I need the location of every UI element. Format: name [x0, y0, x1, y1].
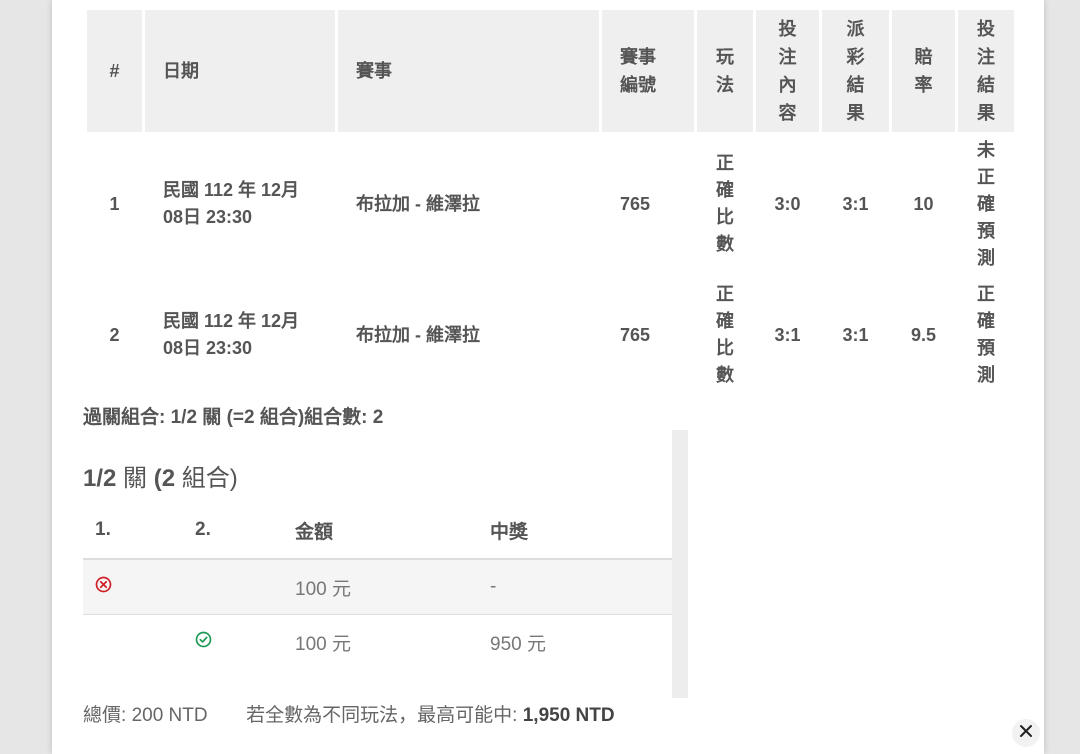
header-date: 日期 [145, 10, 335, 132]
row-odds: 9.5 [910, 324, 937, 345]
row-result: 3:1 [842, 324, 869, 345]
row-date: 民國 112 年 12月 08日 23:30 [163, 311, 300, 358]
combo-header: 1. 2. 金額 中獎 [83, 502, 672, 560]
x-circle-icon [95, 576, 112, 598]
row-match: 布拉加 - 維澤拉 [356, 193, 480, 214]
header-match-no: 賽事編號 [602, 10, 694, 132]
header-odds: 賠率 [892, 10, 955, 132]
header-index: # [87, 10, 142, 132]
max-win-label: 若全數為不同玩法，最高可能中: [246, 705, 518, 726]
header-bet-result: 投注結果 [958, 10, 1014, 132]
max-win-value: 1,950 NTD [522, 705, 615, 726]
combo-row: 100 元 - [83, 559, 672, 615]
row-result: 3:1 [842, 193, 869, 214]
close-button[interactable] [1012, 719, 1040, 747]
combo-header-prize: 中獎 [478, 502, 672, 560]
footer-summary: 總價: 200 NTD 若全數為不同玩法，最高可能中: 1,950 NTD [83, 700, 615, 727]
row-index: 1 [109, 193, 120, 214]
right-backdrop [1044, 0, 1080, 754]
combo-header-1: 1. [83, 502, 183, 560]
header-result: 派彩結果 [822, 10, 889, 132]
bet-table-header: # 日期 賽事 賽事編號 玩法 投注內容 派彩結果 賠率 投注結果 [87, 10, 1014, 132]
combo-title: 1/2 關 (2 組合) [83, 465, 238, 492]
row-match-no: 765 [620, 193, 651, 214]
table-row: 1 民國 112 年 12月 08日 23:30 布拉加 - 維澤拉 765 正… [87, 134, 1014, 274]
combo-table: 1. 2. 金額 中獎 100 元 - 100 元 950 元 [83, 502, 672, 669]
total-value: 200 NTD [131, 705, 208, 726]
combo-section: 1/2 關 (2 組合) 1. 2. 金額 中獎 100 元 - 100 元 9… [83, 430, 672, 698]
row-match: 布拉加 - 維澤拉 [356, 324, 480, 345]
combo-scrollbar[interactable] [672, 430, 688, 698]
close-icon [1019, 724, 1033, 743]
combo-amount: 100 元 [295, 633, 351, 655]
row-match-no: 765 [620, 324, 651, 345]
header-bet-content: 投注內容 [756, 10, 819, 132]
bet-detail-panel: # 日期 賽事 賽事編號 玩法 投注內容 派彩結果 賠率 投注結果 1 民國 1… [52, 0, 1044, 754]
row-bet-content: 3:1 [774, 324, 801, 345]
header-play: 玩法 [697, 10, 753, 132]
combo-cell-2 [183, 615, 283, 670]
row-odds: 10 [913, 193, 934, 214]
combo-header-amount: 金額 [283, 502, 478, 560]
check-circle-icon [195, 631, 212, 653]
combo-prize: 950 元 [490, 633, 546, 655]
combo-header-2: 2. [183, 502, 283, 560]
total-label: 總價: [83, 705, 127, 726]
combo-amount: 100 元 [283, 559, 478, 615]
row-bet-result: 正確預測 [976, 284, 995, 385]
row-play: 正確比數 [715, 153, 734, 254]
combo-prize: - [478, 559, 672, 615]
combo-summary: 過關組合: 1/2 關 (=2 組合)組合數: 2 [83, 407, 384, 428]
table-row: 2 民國 112 年 12月 08日 23:30 布拉加 - 維澤拉 765 正… [87, 276, 1014, 394]
combo-row: 100 元 950 元 [83, 615, 672, 670]
combo-cell-1 [83, 615, 183, 670]
bet-table: # 日期 賽事 賽事編號 玩法 投注內容 派彩結果 賠率 投注結果 1 民國 1… [84, 8, 1017, 396]
row-index: 2 [109, 324, 120, 345]
row-date: 民國 112 年 12月 08日 23:30 [163, 180, 300, 227]
row-play: 正確比數 [715, 284, 734, 385]
header-match: 賽事 [338, 10, 599, 132]
combo-cell-2 [183, 559, 283, 615]
row-bet-result: 未正確預測 [976, 139, 995, 268]
row-bet-content: 3:0 [774, 193, 801, 214]
combo-cell-1 [83, 559, 183, 615]
left-backdrop [0, 0, 52, 754]
